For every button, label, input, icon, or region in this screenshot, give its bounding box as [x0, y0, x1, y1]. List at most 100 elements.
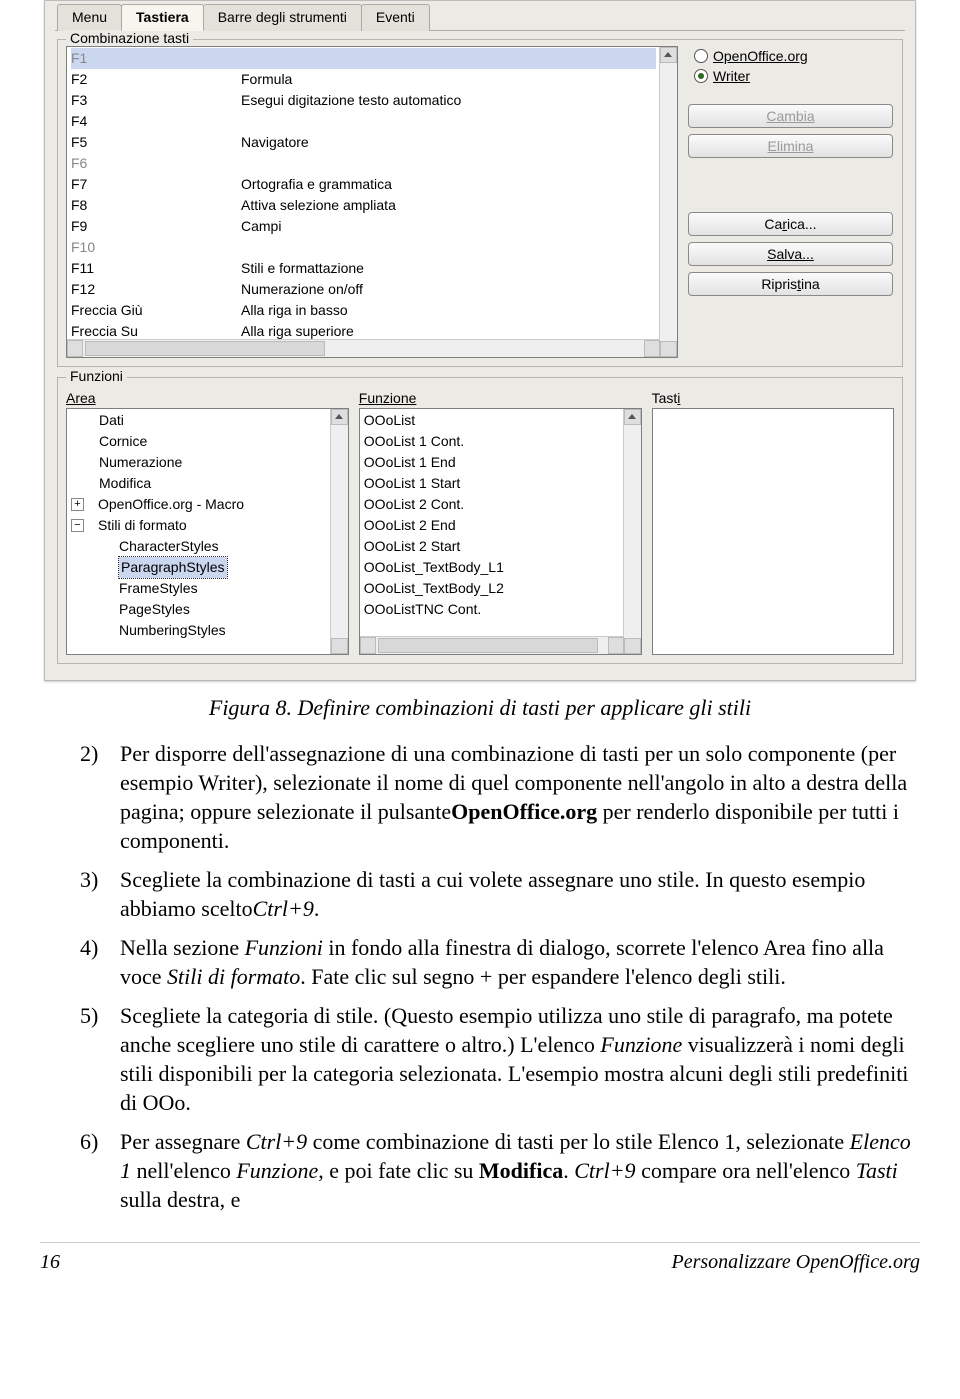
tab-menu[interactable]: Menu [57, 4, 122, 31]
tree-item[interactable]: Dati [71, 410, 327, 431]
expand-icon[interactable]: + [71, 498, 84, 511]
step-2: Per disporre dell'assegnazione di una co… [40, 739, 920, 855]
shortcut-function: Numerazione on/off [241, 279, 656, 300]
shortcut-row[interactable]: F7Ortografia e grammatica [71, 174, 656, 195]
shortcut-row[interactable]: F6 [71, 153, 656, 174]
shortcut-function: Alla riga superiore [241, 321, 656, 340]
function-item[interactable]: OOoList 1 Cont. [364, 431, 620, 452]
shortcut-key: F2 [71, 69, 241, 90]
ripristina-button[interactable]: Ripristina [688, 272, 893, 296]
function-item[interactable]: OOoList 2 End [364, 515, 620, 536]
page-number: 16 [40, 1251, 60, 1274]
function-item[interactable]: OOoList 1 End [364, 452, 620, 473]
radio-writer-label: Writer [713, 68, 750, 84]
shortcut-row[interactable]: F11Stili e formattazione [71, 258, 656, 279]
tree-subitem[interactable]: ParagraphStyles [71, 557, 327, 578]
scroll-up-icon [664, 52, 672, 57]
shortcut-row[interactable]: F4 [71, 111, 656, 132]
shortcut-row[interactable]: F10 [71, 237, 656, 258]
function-item[interactable]: OOoList [364, 410, 620, 431]
label-funzione: Funzione [359, 390, 642, 406]
scroll-thumb[interactable] [85, 341, 325, 356]
tree-item[interactable]: Numerazione [71, 452, 327, 473]
radio-checked-icon [694, 69, 708, 83]
function-item[interactable]: OOoList_TextBody_L2 [364, 578, 620, 599]
shortcut-key: Freccia Su [71, 321, 241, 340]
tree-subitem[interactable]: PageStyles [71, 599, 327, 620]
scrollbar-horizontal[interactable] [360, 636, 624, 654]
tree-subitem[interactable]: NumberingStyles [71, 620, 327, 641]
shortcut-function: Alla riga in basso [241, 300, 656, 321]
tree-subitem-selected: ParagraphStyles [119, 557, 227, 578]
step-5: Scegliete la categoria di stile. (Questo… [40, 1001, 920, 1117]
step-6: Per assegnare Ctrl+9 come combinazione d… [40, 1127, 920, 1214]
scroll-down-icon [335, 644, 343, 649]
tree-subitem[interactable]: CharacterStyles [71, 536, 327, 557]
group-fn-title: Funzioni [66, 368, 127, 384]
tasti-listbox[interactable] [652, 408, 894, 655]
shortcut-row[interactable]: F3Esegui digitazione testo automatico [71, 90, 656, 111]
shortcut-function [241, 237, 656, 258]
shortcut-row[interactable]: F1 [71, 48, 656, 69]
function-item[interactable]: OOoListTNC Cont. [364, 599, 620, 620]
salva-button[interactable]: Salva... [688, 242, 893, 266]
shortcut-function: Attiva selezione ampliata [241, 195, 656, 216]
shortcut-row[interactable]: Freccia SuAlla riga superiore [71, 321, 656, 340]
label-tasti: Tasti [652, 390, 894, 406]
scrollbar-horizontal[interactable] [67, 339, 660, 357]
collapse-icon[interactable]: − [71, 519, 84, 532]
shortcut-key: F10 [71, 237, 241, 258]
shortcut-key: F5 [71, 132, 241, 153]
scroll-thumb[interactable] [378, 638, 598, 653]
shortcut-key: F11 [71, 258, 241, 279]
shortcut-key: F4 [71, 111, 241, 132]
radio-openoffice[interactable]: OpenOffice.org [694, 48, 893, 64]
shortcut-row[interactable]: F5Navigatore [71, 132, 656, 153]
scroll-up-icon [628, 414, 636, 419]
carica-button[interactable]: Carica... [688, 212, 893, 236]
tree-item[interactable]: Cornice [71, 431, 327, 452]
shortcut-function: Campi [241, 216, 656, 237]
footer-title: Personalizzare OpenOffice.org [672, 1251, 921, 1274]
shortcut-listbox-body: F1F2FormulaF3Esegui digitazione testo au… [67, 47, 660, 340]
shortcut-key: Freccia Giù [71, 300, 241, 321]
tree-item-stili[interactable]: −Stili di formato [71, 515, 327, 536]
tab-barre[interactable]: Barre degli strumenti [203, 4, 362, 31]
function-item[interactable]: OOoList 2 Cont. [364, 494, 620, 515]
shortcut-key: F7 [71, 174, 241, 195]
tree-subitem[interactable]: FrameStyles [71, 578, 327, 599]
scroll-up-icon [335, 414, 343, 419]
shortcut-key: F9 [71, 216, 241, 237]
scrollbar-vertical[interactable] [330, 409, 348, 654]
group-keys-title: Combinazione tasti [66, 30, 193, 46]
shortcut-key: F3 [71, 90, 241, 111]
shortcut-row[interactable]: F9Campi [71, 216, 656, 237]
function-item[interactable]: OOoList_TextBody_L1 [364, 557, 620, 578]
tab-tastiera[interactable]: Tastiera [121, 4, 204, 31]
scrollbar-vertical[interactable] [623, 409, 641, 654]
shortcut-row[interactable]: F12Numerazione on/off [71, 279, 656, 300]
tree-item-macro[interactable]: +OpenOffice.org - Macro [71, 494, 327, 515]
radio-writer[interactable]: Writer [694, 68, 893, 84]
scrollbar-vertical[interactable] [659, 47, 677, 357]
function-item[interactable]: OOoList 1 Start [364, 473, 620, 494]
cambia-button[interactable]: Cambia [688, 104, 893, 128]
shortcut-row[interactable]: F8Attiva selezione ampliata [71, 195, 656, 216]
group-funzioni: Funzioni Area DatiCorniceNumerazioneModi… [57, 377, 903, 664]
shortcut-function: Formula [241, 69, 656, 90]
elimina-button[interactable]: Elimina [688, 134, 893, 158]
shortcut-row[interactable]: Freccia GiùAlla riga in basso [71, 300, 656, 321]
area-treeview[interactable]: DatiCorniceNumerazioneModifica+OpenOffic… [66, 408, 349, 655]
scroll-down-icon [664, 347, 672, 352]
radio-icon [694, 49, 708, 63]
funzione-listbox[interactable]: OOoListOOoList 1 Cont.OOoList 1 EndOOoLi… [359, 408, 642, 655]
shortcut-row[interactable]: F2Formula [71, 69, 656, 90]
tab-eventi[interactable]: Eventi [361, 4, 430, 31]
shortcut-function: Esegui digitazione testo automatico [241, 90, 656, 111]
page-footer: 16 Personalizzare OpenOffice.org [40, 1242, 920, 1274]
shortcut-listbox[interactable]: F1F2FormulaF3Esegui digitazione testo au… [66, 46, 678, 358]
tree-item[interactable]: Modifica [71, 473, 327, 494]
shortcut-function [241, 111, 656, 132]
function-item[interactable]: OOoList 2 Start [364, 536, 620, 557]
shortcut-key: F6 [71, 153, 241, 174]
